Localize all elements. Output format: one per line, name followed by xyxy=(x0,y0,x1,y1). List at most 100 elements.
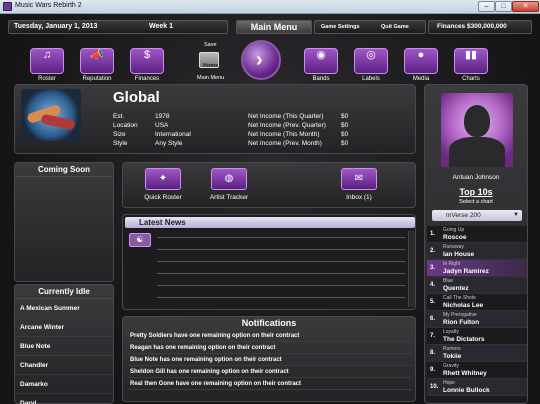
size-value: International xyxy=(155,131,191,138)
charts-label: Charts xyxy=(462,76,480,82)
chart-position: 9. xyxy=(430,367,436,373)
main-menu-label: Main Menu xyxy=(197,75,225,81)
coming-soon-title: Coming Soon xyxy=(15,163,113,177)
current-date: Tuesday, January 1, 2013 xyxy=(14,23,98,30)
maximize-button[interactable]: □ xyxy=(495,1,512,12)
chart-row[interactable]: 8. Rumors Tokiie xyxy=(427,345,527,362)
bands-button[interactable]: ◉ xyxy=(304,48,338,74)
minimize-button[interactable]: – xyxy=(478,1,495,12)
chart-row[interactable]: 5. Call The Shots Nicholas Lee xyxy=(427,294,527,311)
chart-song: Loyalty xyxy=(443,329,459,335)
globe-icon: ◍ xyxy=(224,173,234,184)
media-label: Media xyxy=(412,76,430,82)
inbox-button[interactable]: ✉ xyxy=(341,168,377,190)
labels-button[interactable]: ◎ xyxy=(354,48,388,74)
media-button[interactable]: ● xyxy=(404,48,438,74)
chart-row[interactable]: 3. In Right Jadyn Ramirez xyxy=(427,260,527,277)
location-value: USA xyxy=(155,122,169,129)
chart-song: Going Up xyxy=(443,227,465,233)
news-item-icon: ☯ xyxy=(129,233,151,247)
chart-row[interactable]: 10. Hope Lonnie Bullock xyxy=(427,379,527,396)
chart-row[interactable]: 7. Loyalty The Dictators xyxy=(427,328,527,345)
charts-button[interactable]: ▮▮ xyxy=(454,48,488,74)
artist-tracker-button[interactable]: ◍ xyxy=(211,168,247,190)
chart-position: 1. xyxy=(430,231,436,237)
dollar-icon: $ xyxy=(143,49,151,61)
quick-actions-panel: ✦ Quick Roster ◍ Artist Tracker ✉ Inbox … xyxy=(122,162,416,208)
chart-artist: Rion Fulton xyxy=(443,319,480,326)
quit-game-link[interactable]: Quit Game xyxy=(381,21,409,33)
chevron-down-icon: ▼ xyxy=(513,212,519,218)
finances-button[interactable]: $ xyxy=(130,48,164,74)
style-value: Any Style xyxy=(155,140,183,147)
date-display: Tuesday, January 1, 2013 Week 1 xyxy=(8,20,228,34)
main-menu-header[interactable]: Main Menu xyxy=(236,20,312,34)
roster-label: Roster xyxy=(38,76,56,82)
notification-row[interactable]: Blue Note has one remaining option on th… xyxy=(128,355,412,366)
notifications-title: Notifications xyxy=(241,318,297,328)
top-bar: Tuesday, January 1, 2013 Week 1 Main Men… xyxy=(8,20,532,34)
advance-week-button[interactable]: › xyxy=(241,40,281,80)
chart-position: 8. xyxy=(430,350,436,356)
bulb-icon: ✦ xyxy=(158,173,168,184)
chart-row[interactable]: 2. Runaway Ian House xyxy=(427,243,527,260)
chart-song: In Right xyxy=(443,261,461,267)
chart-row[interactable]: 1. Going Up Roscoe xyxy=(427,226,527,243)
list-item[interactable]: Damarko xyxy=(15,375,113,394)
latest-news-panel: Latest News ☯ xyxy=(122,214,416,310)
notification-row[interactable]: Sheldon Gill has one remaining option on… xyxy=(128,367,412,378)
notification-row[interactable]: Reagan has one remaining option on their… xyxy=(128,343,412,354)
label-name: Global xyxy=(113,89,160,106)
chart-song: Blue xyxy=(443,278,454,284)
artist-tracker-label: Artist Tracker xyxy=(209,194,249,201)
list-item[interactable]: A Mexican Summer xyxy=(15,299,113,318)
window-title: Music Wars Rebirth 2 xyxy=(15,2,82,9)
roster-button[interactable]: ♫ xyxy=(30,48,64,74)
notification-row[interactable]: Real then Gone have one remaining option… xyxy=(128,379,412,390)
est-value: 1978 xyxy=(155,113,170,120)
size-label: Size xyxy=(113,131,126,138)
top-10s-title: Top 10s xyxy=(459,187,493,197)
game-settings-link[interactable]: Game Settings xyxy=(321,21,360,33)
labels-label: Labels xyxy=(362,76,380,82)
chevron-right-icon: › xyxy=(256,49,263,71)
chart-song: Hope xyxy=(443,380,455,386)
list-item[interactable]: Chandler xyxy=(15,356,113,375)
news-scrollbar[interactable] xyxy=(408,231,415,307)
top-10-list: 1. Going Up Roscoe 2. Runaway Ian House 3. In… xyxy=(427,226,527,402)
income-value: $0 xyxy=(341,131,349,138)
income-value: $0 xyxy=(341,140,349,147)
chart-position: 4. xyxy=(430,282,436,288)
list-item[interactable]: Darvl xyxy=(15,394,113,404)
list-item[interactable]: Arcane Winter xyxy=(15,318,113,337)
chart-song: Call The Shots xyxy=(443,295,476,301)
select-chart-label: Select a chart xyxy=(459,199,493,205)
save-label[interactable]: Save xyxy=(204,42,217,48)
quick-roster-button[interactable]: ✦ xyxy=(145,168,181,190)
chart-select[interactable]: mVerse 200 ▼ xyxy=(432,210,522,221)
music-note-icon: ♫ xyxy=(42,49,52,61)
chart-row[interactable]: 9. Gravity Rhett Whitney xyxy=(427,362,527,379)
chart-artist: Tokiie xyxy=(443,353,462,360)
chart-row[interactable]: 4. Blue Quentez xyxy=(427,277,527,294)
income-value: $0 xyxy=(341,113,349,120)
location-label: Location xyxy=(113,122,138,129)
chart-artist: Nicholas Lee xyxy=(443,302,484,309)
drum-icon: ◉ xyxy=(316,49,326,61)
bar-chart-icon: ▮▮ xyxy=(464,49,478,61)
notifications-panel: Notifications Pretty Soldiers have one r… xyxy=(122,316,416,402)
game-window: Tuesday, January 1, 2013 Week 1 Main Men… xyxy=(0,14,540,404)
chart-position: 3. xyxy=(430,265,436,271)
reputation-button[interactable]: 📣 xyxy=(80,48,114,74)
home-label: Home xyxy=(203,63,219,69)
close-button[interactable]: ✕ xyxy=(512,1,539,12)
list-item[interactable]: Blue Note xyxy=(15,337,113,356)
income-label: Net Income (This Quarter) xyxy=(248,113,324,120)
style-label: Style xyxy=(113,140,128,147)
profile-charts-panel: Antuan Johnson Top 10s Select a chart mV… xyxy=(424,84,528,404)
chart-position: 10. xyxy=(430,384,439,390)
notification-row[interactable]: Pretty Soldiers have one remaining optio… xyxy=(128,331,412,342)
chart-row[interactable]: 6. My Prerogative Rion Fulton xyxy=(427,311,527,328)
chart-artist: Rhett Whitney xyxy=(443,370,487,377)
income-label: Net Income (Prev. Month) xyxy=(248,140,322,147)
